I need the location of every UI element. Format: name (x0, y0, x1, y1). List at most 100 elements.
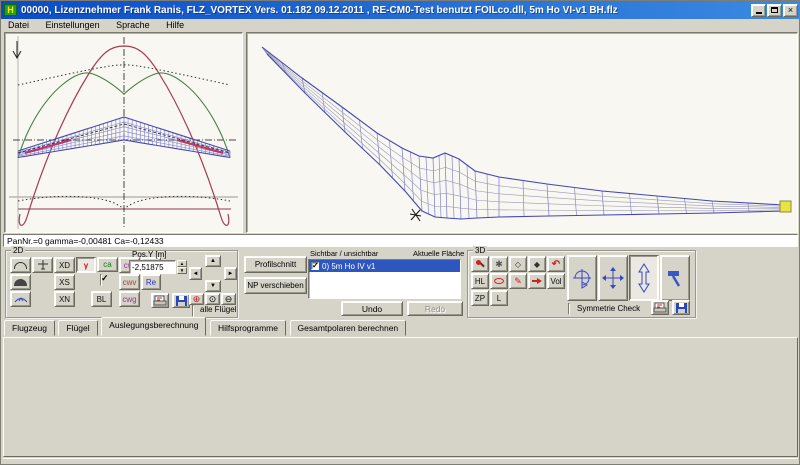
menu-datei[interactable]: Datei (1, 19, 36, 30)
zoom-out-icon: ⊖ (225, 294, 233, 305)
minimize-button[interactable] (751, 4, 766, 17)
arrow-down-icon: ▼ (210, 283, 216, 289)
zoom-out-button[interactable]: ⊖ (221, 293, 236, 305)
xs-button[interactable]: XS (54, 274, 75, 290)
plot-3d-panel[interactable] (246, 32, 798, 233)
view-reset-button[interactable]: ↶ (547, 256, 565, 272)
view-planform-button[interactable] (10, 257, 31, 273)
cwg-button[interactable]: cwg (119, 291, 140, 307)
hammer-icon (665, 268, 685, 288)
vol-button[interactable]: Vol (547, 273, 565, 289)
panel-move-button[interactable]: ◆ (528, 256, 546, 272)
diamond-filled-icon: ◆ (534, 260, 540, 269)
zoom-in-icon: ⊕ (193, 294, 201, 305)
np-verschieben-button[interactable]: NP verschieben (244, 277, 307, 294)
plot-2d-panel[interactable] (4, 32, 243, 233)
reference-point-star-icon (410, 209, 421, 221)
ca-button[interactable]: ca (97, 257, 118, 272)
rotate-model-button[interactable]: ✱ (490, 256, 508, 272)
printer-icon (153, 295, 167, 307)
bl-button[interactable]: BL (91, 291, 112, 307)
tab-gesamtpolaren[interactable]: Gesamtpolaren berechnen (290, 320, 407, 336)
view-filled-wing-button[interactable] (10, 274, 31, 290)
alle-fluegel-checkbox[interactable] (192, 305, 194, 317)
panel-status-line: PanNr.=0 gamma=-0,00481 Ca=-0,12433 (3, 234, 798, 247)
l-button[interactable]: L (490, 290, 508, 306)
alle-fluegel-label: alle Flügel (200, 305, 236, 315)
plot-2d-canvas (5, 33, 242, 232)
xn-button[interactable]: XN (54, 291, 75, 307)
zoom-reset-icon: ⊙ (209, 294, 217, 305)
surface-list[interactable]: 0) 5m Ho IV v1 (308, 259, 461, 299)
surface-list-item[interactable]: 0) 5m Ho IV v1 (309, 260, 460, 272)
undo-button[interactable]: Undo (341, 301, 403, 316)
xd-button[interactable]: XD (54, 257, 75, 273)
gamma-button[interactable]: γ (76, 257, 96, 273)
tab-flugzeug[interactable]: Flugzeug (4, 320, 55, 336)
propeller-icon: ✱ (495, 259, 503, 270)
print-3d-button[interactable] (651, 300, 669, 315)
vertical-arrow-icon (636, 262, 652, 294)
zoom-in-button[interactable]: ⊕ (189, 293, 204, 305)
toolbar-3d-caption: 3D (473, 246, 487, 255)
app-window: H 00000, Lizenznehmer Frank Ranis, FLZ_V… (0, 0, 800, 465)
spinner-up-icon[interactable] (177, 260, 187, 267)
pin-point-button[interactable] (471, 256, 489, 272)
surfaces-header-active: Aktuelle Fläche (413, 249, 464, 259)
status-bar (3, 458, 798, 465)
print-2d-button[interactable] (151, 293, 169, 308)
arrow-up-icon: ▲ (210, 258, 216, 264)
pan-down-button[interactable]: ▼ (205, 280, 221, 292)
zoom-3d-big-button[interactable] (629, 255, 659, 301)
redo-button[interactable]: Redo (407, 301, 463, 316)
front-view-icon (14, 294, 28, 304)
title-bar[interactable]: H 00000, Lizenznehmer Frank Ranis, FLZ_V… (1, 1, 800, 19)
zoom-reset-button[interactable]: ⊙ (205, 293, 220, 305)
ca-checkbox[interactable] (100, 274, 102, 286)
build-big-button[interactable] (660, 255, 690, 301)
cwv-button[interactable]: cwv (119, 274, 140, 290)
surface-visible-checkbox[interactable] (311, 262, 319, 270)
save-3d-button[interactable] (672, 300, 690, 315)
re-button[interactable]: Re (141, 274, 161, 290)
hl-button[interactable]: HL (471, 273, 489, 289)
red-arrow-icon (532, 278, 542, 284)
view-front-button[interactable] (10, 291, 31, 307)
panel-outline-button[interactable]: ◇ (509, 256, 527, 272)
floppy-icon (175, 295, 188, 307)
close-button[interactable]: × (783, 4, 798, 17)
pan-left-button[interactable]: ◄ (189, 267, 202, 280)
tab-fluegel[interactable]: Flügel (58, 320, 97, 336)
floppy-icon (675, 302, 688, 314)
spinner-down-icon[interactable] (177, 267, 187, 274)
diamond-icon: ◇ (515, 260, 521, 269)
tab-hilfsprogramme[interactable]: Hilfsprogramme (210, 320, 286, 336)
undo-arrow-icon: ↶ (552, 259, 560, 270)
pan-up-button[interactable]: ▲ (205, 255, 221, 267)
rotate-3d-big-button[interactable] (567, 255, 597, 301)
zp-button[interactable]: ZP (471, 290, 489, 306)
save-2d-button[interactable] (172, 293, 190, 308)
flow-direction-arrow-icon (13, 41, 21, 58)
menu-sprache[interactable]: Sprache (109, 19, 157, 30)
plane-icon (36, 259, 50, 271)
printer-icon (653, 302, 667, 314)
arrow-left-icon: ◄ (193, 271, 199, 277)
symmetrie-check-label: Symmetrie Check (577, 304, 640, 314)
menu-bar: Datei Einstellungen Sprache Hilfe (1, 19, 800, 32)
tab-auslegungsberechnung[interactable]: Auslegungsberechnung (101, 317, 206, 336)
vector-button[interactable] (528, 273, 546, 289)
arrow-right-icon: ► (228, 271, 234, 277)
pan-3d-big-button[interactable] (598, 255, 628, 301)
symmetrie-check-checkbox[interactable] (568, 303, 570, 315)
menu-hilfe[interactable]: Hilfe (159, 19, 191, 30)
ellipse-view-button[interactable] (490, 273, 508, 289)
profilschnitt-button[interactable]: Profilschnitt (244, 256, 307, 273)
draw-button[interactable]: ✎ (509, 273, 527, 289)
view-threeview-button[interactable] (32, 257, 53, 273)
menu-einstellungen[interactable]: Einstellungen (39, 19, 107, 30)
restore-button[interactable] (767, 4, 782, 17)
pan-right-button[interactable]: ► (224, 267, 237, 280)
pos-y-input[interactable] (129, 260, 176, 274)
wingtip-marker-yellow (780, 201, 791, 212)
